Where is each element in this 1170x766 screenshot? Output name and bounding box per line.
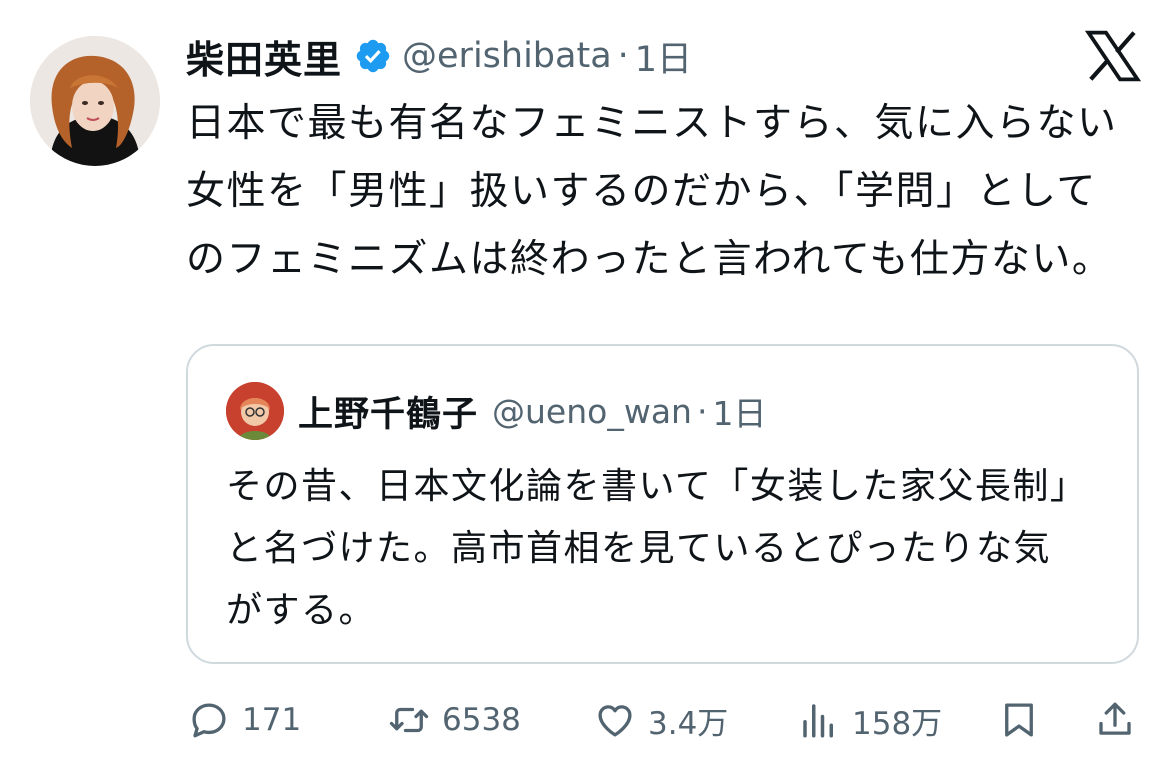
timestamp[interactable]: 1日	[635, 31, 692, 82]
tweet-actions-bar: 171 6538 3.4万 158万	[0, 690, 1170, 750]
x-logo-icon	[1085, 30, 1141, 82]
repost-button[interactable]: 6538	[388, 690, 521, 750]
share-button[interactable]	[1094, 690, 1136, 750]
author-handle[interactable]: @erishibata	[402, 36, 612, 76]
like-count: 3.4万	[648, 705, 729, 742]
bookmark-icon	[1005, 703, 1033, 737]
quoted-author-avatar[interactable]	[226, 382, 284, 440]
share-icon	[1099, 702, 1131, 735]
repost-count: 6538	[442, 702, 521, 738]
quoted-tweet-text: その昔、日本文化論を書いて「女装した家父長制」と名づけた。高市首相を見ているとぴ…	[226, 466, 1070, 631]
author-avatar[interactable]	[30, 36, 160, 166]
quoted-tweet[interactable]: 上野千鶴子 @ueno_wan · 1日 その昔、日本文化論を書いて「女装した家…	[186, 344, 1139, 664]
reply-button[interactable]: 171	[188, 690, 301, 750]
quoted-author-name[interactable]: 上野千鶴子	[298, 386, 478, 437]
quoted-timestamp[interactable]: 1日	[712, 387, 766, 435]
author-name[interactable]: 柴田英里	[186, 29, 342, 84]
reply-count: 171	[242, 702, 302, 738]
quoted-separator-dot: ·	[696, 391, 708, 431]
tweet-header: 柴田英里 @erishibata · 1日	[186, 30, 692, 82]
tweet-text: 日本で最も有名なフェミニストすら、気に入らない女性を「男性」扱いするのだから、「…	[186, 101, 1118, 282]
author-avatar-image	[30, 36, 160, 166]
separator-dot: ·	[617, 36, 629, 76]
view-count: 158万	[852, 705, 943, 742]
quoted-avatar-image	[226, 382, 284, 440]
like-button[interactable]: 3.4万	[594, 690, 728, 750]
verified-badge-icon	[356, 39, 390, 73]
views-icon	[803, 704, 833, 738]
bookmark-button[interactable]	[998, 690, 1040, 750]
quoted-author-handle[interactable]: @ueno_wan	[492, 392, 692, 431]
views-button[interactable]: 158万	[798, 690, 942, 750]
like-icon	[598, 705, 632, 737]
repost-icon	[389, 707, 429, 733]
quoted-tweet-header: 上野千鶴子 @ueno_wan · 1日	[298, 382, 766, 440]
reply-icon	[192, 703, 226, 738]
